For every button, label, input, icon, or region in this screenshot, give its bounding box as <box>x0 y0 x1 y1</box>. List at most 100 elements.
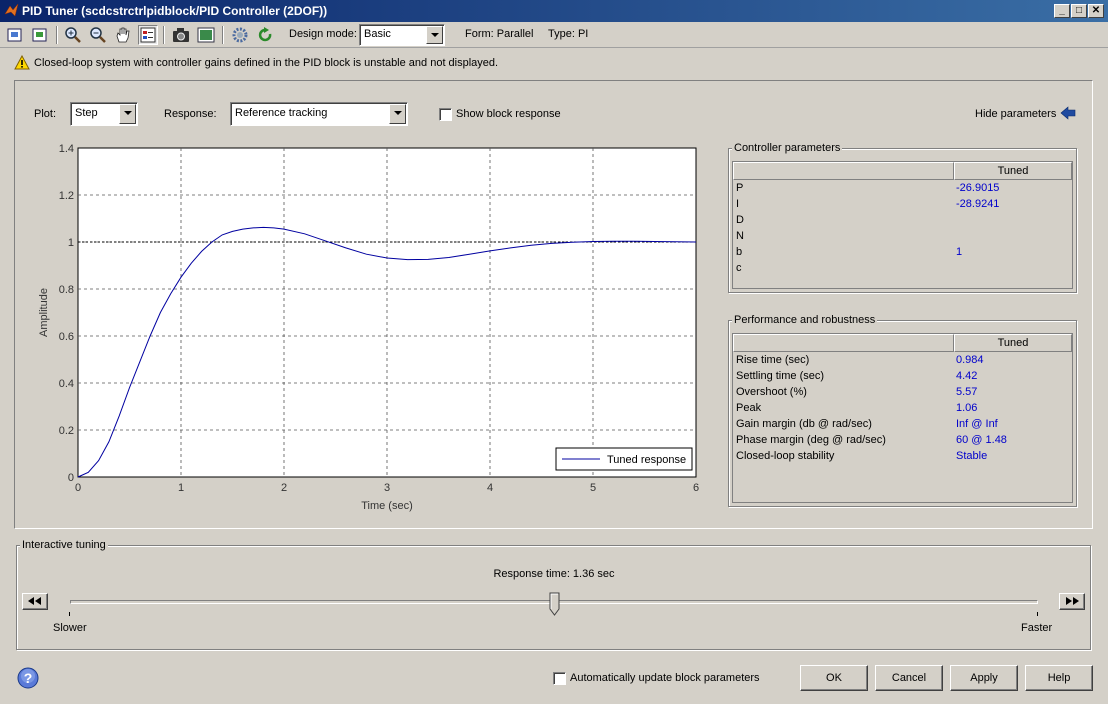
y-axis-label: Amplitude <box>38 288 50 337</box>
plot-label: Plot: <box>34 108 57 120</box>
performance-title: Performance and robustness <box>732 314 878 326</box>
pf-row-label: Peak <box>736 402 762 414</box>
import-plant-icon[interactable] <box>5 25 25 45</box>
pf-row-label: Settling time (sec) <box>736 370 825 382</box>
column-header-tuned: Tuned <box>954 334 1072 352</box>
x-tick-label: 2 <box>281 482 287 494</box>
export-icon[interactable] <box>30 25 50 45</box>
help-button[interactable]: Help <box>1025 665 1093 691</box>
plot-type-dropdown[interactable]: Step <box>70 102 138 126</box>
help-icon[interactable]: ? <box>17 667 39 689</box>
y-tick-label: 0.8 <box>59 284 74 296</box>
chevron-down-icon <box>389 104 406 124</box>
x-tick-label: 0 <box>75 482 81 494</box>
plot-type-value: Step <box>75 107 98 119</box>
type-label: Type: PI <box>548 28 589 40</box>
cancel-button[interactable]: Cancel <box>875 665 943 691</box>
chevron-down-icon <box>119 104 136 124</box>
show-block-response-checkbox[interactable] <box>439 108 452 121</box>
cp-row-label: I <box>736 198 740 210</box>
window-title: PID Tuner (scdcstrctrlpidblock/PID Contr… <box>22 4 328 18</box>
y-tick-label: 1.4 <box>59 143 74 155</box>
cp-row-label: b <box>736 246 743 258</box>
image-icon[interactable] <box>196 25 216 45</box>
table-corner <box>733 334 954 352</box>
x-tick-label: 5 <box>590 482 596 494</box>
cp-row-label: c <box>736 262 742 274</box>
hide-parameters-link[interactable]: Hide parameters <box>975 108 1056 120</box>
arrow-left-icon[interactable] <box>1060 106 1076 120</box>
camera-icon[interactable] <box>171 25 191 45</box>
slower-label: Slower <box>53 622 87 634</box>
pf-row-label: Overshoot (%) <box>736 386 807 398</box>
step-response-chart: 0 1 2 3 4 5 6 0 0.2 0.4 0.6 0.8 1 1.2 1.4 Time (sec) A… <box>38 143 699 512</box>
legend: Tuned response <box>555 447 693 471</box>
chevron-down-icon <box>426 26 443 44</box>
toolbar: Design mode: Basic Form: Parallel Type: … <box>0 22 1108 48</box>
x-axis-label: Time (sec) <box>361 500 413 512</box>
auto-update-checkbox[interactable] <box>553 672 566 685</box>
cp-row-value: -26.9015 <box>956 182 1000 194</box>
pf-row-label: Gain margin (db @ rad/sec) <box>736 418 872 430</box>
slider-tick-min <box>69 612 70 616</box>
response-value: Reference tracking <box>235 107 328 119</box>
slider-tick-max <box>1037 612 1038 616</box>
zoom-in-icon[interactable] <box>63 25 83 45</box>
close-button[interactable]: ✕ <box>1088 4 1104 18</box>
pf-row-label: Closed-loop stability <box>736 450 835 462</box>
pf-row-value: 60 @ 1.48 <box>956 434 1007 446</box>
column-header-tuned: Tuned <box>954 162 1072 180</box>
pf-row-value: 0.984 <box>956 354 984 366</box>
x-tick-label: 4 <box>487 482 493 494</box>
x-tick-label: 3 <box>384 482 390 494</box>
data-cursor-icon <box>140 27 156 43</box>
svg-text:?: ? <box>24 670 33 686</box>
controller-parameters-table: Tuned P -26.9015 I -28.9241 D Nb 1 c <box>732 161 1073 289</box>
maximize-button[interactable]: □ <box>1071 4 1087 18</box>
pf-row-label: Phase margin (deg @ rad/sec) <box>736 434 886 446</box>
apply-button[interactable]: Apply <box>950 665 1018 691</box>
slower-step-button[interactable] <box>22 593 48 610</box>
y-tick-label: 0.4 <box>59 378 74 390</box>
pf-row-value: 4.42 <box>956 370 978 382</box>
legend-entry: Tuned response <box>607 454 686 466</box>
response-dropdown[interactable]: Reference tracking <box>230 102 408 126</box>
zoom-out-icon[interactable] <box>88 25 108 45</box>
title-bar: PID Tuner (scdcstrctrlpidblock/PID Contr… <box>0 0 1108 22</box>
auto-update-label: Automatically update block parameters <box>570 672 760 684</box>
y-tick-label: 1.2 <box>59 190 74 202</box>
data-cursor-button[interactable] <box>138 25 158 45</box>
show-block-response-label: Show block response <box>456 108 561 120</box>
faster-step-button[interactable] <box>1059 593 1085 610</box>
cp-row-label: P <box>736 182 744 194</box>
y-tick-label: 0 <box>68 472 74 484</box>
design-mode-label: Design mode: <box>289 28 357 40</box>
refresh-icon[interactable] <box>255 25 275 45</box>
design-mode-dropdown[interactable]: Basic <box>359 24 445 46</box>
toolbar-separator <box>222 26 224 44</box>
pf-row-value: 1.06 <box>956 402 978 414</box>
y-tick-label: 1 <box>68 237 74 249</box>
response-time-text: Response time: 1.36 sec <box>493 568 615 580</box>
controller-parameters-title: Controller parameters <box>732 142 843 154</box>
slider-thumb[interactable] <box>549 592 560 616</box>
pf-row-label: Rise time (sec) <box>736 354 810 366</box>
cp-row-value: 1 <box>956 246 963 258</box>
warning-icon <box>14 55 30 70</box>
minimize-button[interactable]: _ <box>1054 4 1070 18</box>
x-tick-label: 6 <box>693 482 699 494</box>
toolbar-separator <box>56 26 58 44</box>
cp-row-label: N <box>736 230 744 242</box>
form-label: Form: Parallel <box>465 28 534 40</box>
y-tick-label: 0.6 <box>59 331 74 343</box>
gear-icon[interactable] <box>230 25 250 45</box>
ok-button[interactable]: OK <box>800 665 868 691</box>
double-chevron-left-icon <box>28 597 41 605</box>
table-corner <box>733 162 954 180</box>
pf-row-value: 5.57 <box>956 386 978 398</box>
pan-hand-icon[interactable] <box>113 25 133 45</box>
cp-row-label: D <box>736 214 744 226</box>
toolbar-separator <box>163 26 165 44</box>
faster-label: Faster <box>1021 622 1053 634</box>
pf-row-value: Inf @ Inf <box>956 418 998 430</box>
